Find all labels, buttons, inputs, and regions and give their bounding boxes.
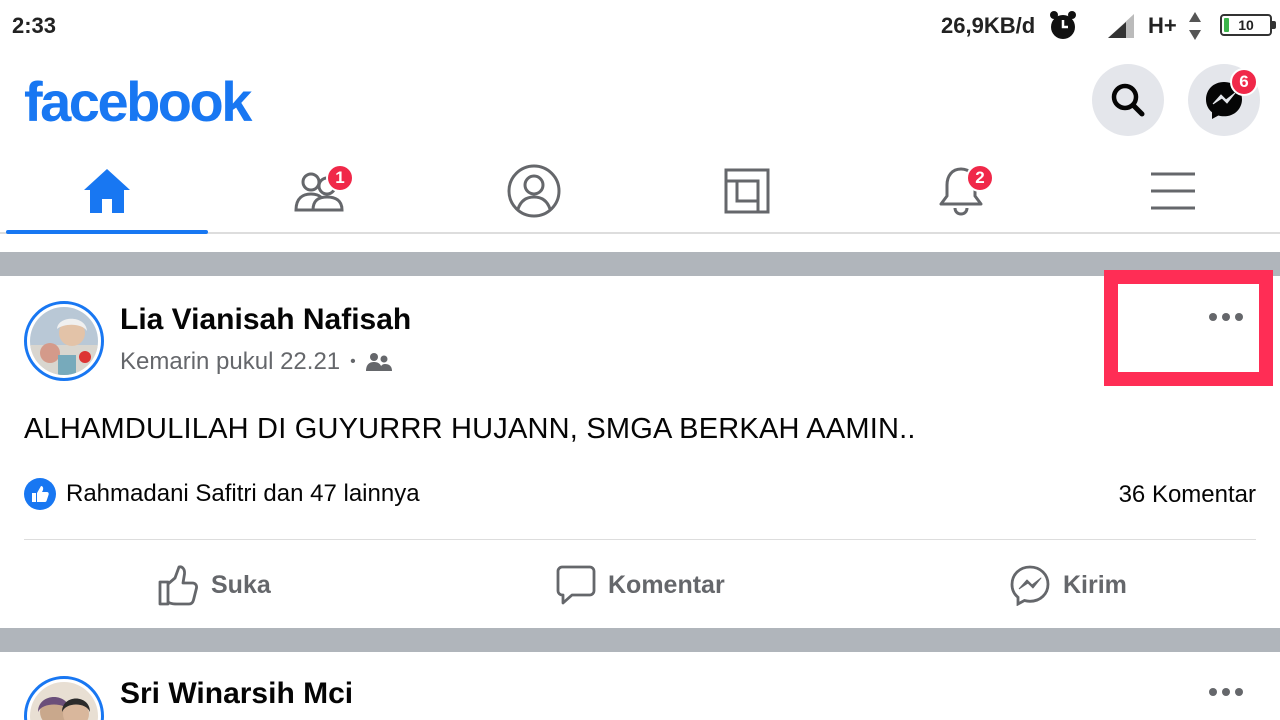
- search-button[interactable]: [1092, 64, 1164, 136]
- messenger-button[interactable]: 6: [1188, 64, 1260, 136]
- avatar-photo: [30, 682, 98, 720]
- feed-post: Sri Winarsih Mci: [0, 652, 1280, 720]
- status-time: 2:33: [12, 13, 57, 38]
- comment-count[interactable]: 36 Komentar: [1119, 481, 1256, 509]
- tab-friends[interactable]: 1: [220, 148, 422, 234]
- alarm-icon: [1050, 11, 1076, 39]
- notifications-badge: 2: [966, 164, 994, 192]
- comment-button[interactable]: Komentar: [556, 560, 725, 610]
- avatar-photo: [30, 307, 98, 375]
- status-network-type: H+: [1148, 13, 1177, 38]
- meta-separator: •: [350, 353, 356, 370]
- feed-divider: [0, 628, 1280, 652]
- like-button[interactable]: Suka: [157, 560, 271, 610]
- dot-icon: [1235, 688, 1243, 696]
- comment-icon: [556, 565, 596, 605]
- post-meta: Kemarin pukul 22.21 •: [120, 348, 392, 376]
- post-timestamp[interactable]: Kemarin pukul 22.21: [120, 348, 340, 376]
- app-header: facebook 6: [0, 52, 1280, 148]
- tab-home[interactable]: [6, 148, 208, 234]
- feed-divider: [0, 252, 1280, 276]
- active-tab-indicator: [6, 230, 208, 234]
- post-options-button[interactable]: [1196, 672, 1256, 712]
- home-icon: [84, 169, 130, 213]
- tab-notifications[interactable]: 2: [860, 148, 1062, 234]
- signal-icon: [1108, 14, 1134, 38]
- post-author[interactable]: Lia Vianisah Nafisah: [120, 303, 411, 337]
- reaction-summary[interactable]: Rahmadani Safitri dan 47 lainnya: [24, 478, 420, 510]
- pages-icon: [724, 168, 770, 214]
- send-button[interactable]: Kirim: [1009, 560, 1127, 610]
- messenger-badge: 6: [1230, 68, 1258, 96]
- search-icon: [1111, 83, 1145, 117]
- avatar[interactable]: [24, 676, 104, 720]
- main-nav: 1 2: [0, 148, 1280, 234]
- friends-audience-icon: [365, 353, 392, 371]
- status-network-speed: 26,9KB/d: [941, 13, 1036, 38]
- like-reaction-icon: [24, 478, 56, 510]
- dot-icon: [1209, 688, 1217, 696]
- post-separator: [24, 539, 1256, 540]
- avatar[interactable]: [24, 301, 104, 381]
- tab-pages[interactable]: [646, 148, 848, 234]
- data-activity-icon: [1189, 12, 1201, 40]
- facebook-logo[interactable]: facebook: [24, 70, 252, 134]
- profile-icon: [507, 164, 561, 218]
- messenger-send-icon: [1010, 565, 1050, 606]
- reaction-names: Rahmadani Safitri dan 47 lainnya: [66, 480, 420, 507]
- hamburger-menu-icon: [1151, 172, 1195, 210]
- thumbs-up-icon: [158, 565, 198, 606]
- friends-badge: 1: [326, 164, 354, 192]
- post-author[interactable]: Sri Winarsih Mci: [120, 677, 353, 711]
- tab-profile[interactable]: [433, 148, 635, 234]
- highlight-box: [1104, 270, 1273, 386]
- status-bar: 2:33 26,9KB/d H+ 10: [0, 0, 1280, 52]
- post-text: ALHAMDULILAH DI GUYURRR HUJANN, SMGA BER…: [24, 413, 916, 445]
- battery-level: 10: [1238, 17, 1254, 33]
- like-label: Suka: [211, 570, 271, 599]
- tab-menu[interactable]: [1072, 148, 1274, 234]
- comment-label: Komentar: [608, 570, 725, 599]
- dot-icon: [1222, 688, 1230, 696]
- send-label: Kirim: [1063, 570, 1127, 599]
- battery-icon: 10: [1220, 14, 1276, 36]
